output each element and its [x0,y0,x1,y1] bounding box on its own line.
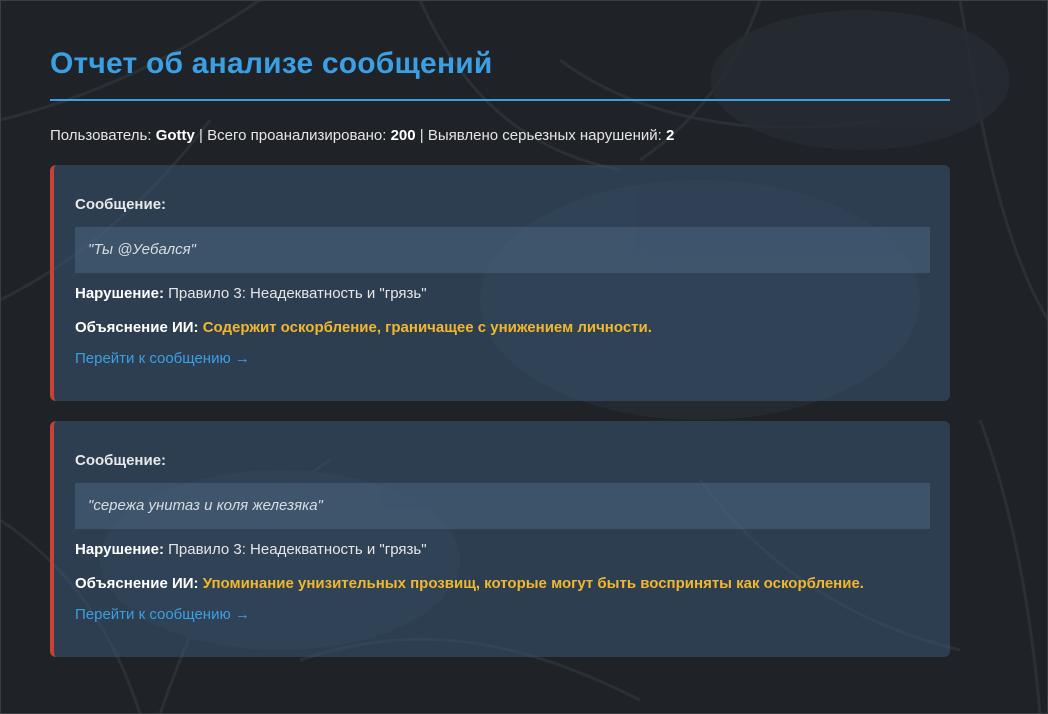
go-to-message-link[interactable]: Перейти к сообщению → [75,604,250,626]
ai-explanation-line: Объяснение ИИ: Содержит оскорбление, гра… [75,317,930,339]
user-label: Пользователь: [50,127,152,144]
report-summary: Пользователь: Gotty | Всего проанализиро… [50,126,950,146]
summary-separator: | [199,127,203,144]
violation-text: Правило 3: Неадекватность и "грязь" [168,285,427,302]
violation-card: Сообщение: "сережа унитаз и коля железяк… [50,421,950,657]
total-label: Всего проанализировано: [207,127,387,144]
ai-explanation-label: Объяснение ИИ: [75,319,199,336]
ai-explanation-line: Объяснение ИИ: Упоминание унизительных п… [75,573,930,595]
title-divider [50,99,950,101]
violation-text: Правило 3: Неадекватность и "грязь" [168,541,427,558]
violations-label: Выявлено серьезных нарушений: [427,127,662,144]
summary-separator: | [419,127,424,144]
report-container: Отчет об анализе сообщений Пользователь:… [50,0,950,657]
go-to-message-link[interactable]: Перейти к сообщению → [75,348,250,370]
message-quote: "Ты @Уебался" [75,227,930,273]
user-value: Gotty [155,127,195,144]
violation-label: Нарушение: [75,285,164,302]
ai-explanation-text: Содержит оскорбление, граничащее с униже… [202,319,652,336]
total-value: 200 [390,127,416,144]
message-label: Сообщение: [75,452,167,469]
violation-line: Нарушение: Правило 3: Неадекватность и "… [75,283,930,305]
violations-value: 2 [665,127,675,144]
violation-line: Нарушение: Правило 3: Неадекватность и "… [75,539,930,561]
message-label: Сообщение: [75,196,167,213]
violation-label: Нарушение: [75,541,164,558]
ai-explanation-text: Упоминание унизительных прозвищ, которые… [202,575,864,592]
page-title: Отчет об анализе сообщений [50,47,493,80]
ai-explanation-label: Объяснение ИИ: [75,575,199,592]
message-quote: "сережа унитаз и коля железяка" [75,483,930,529]
violation-card: Сообщение: "Ты @Уебался" Нарушение: Прав… [50,165,950,401]
